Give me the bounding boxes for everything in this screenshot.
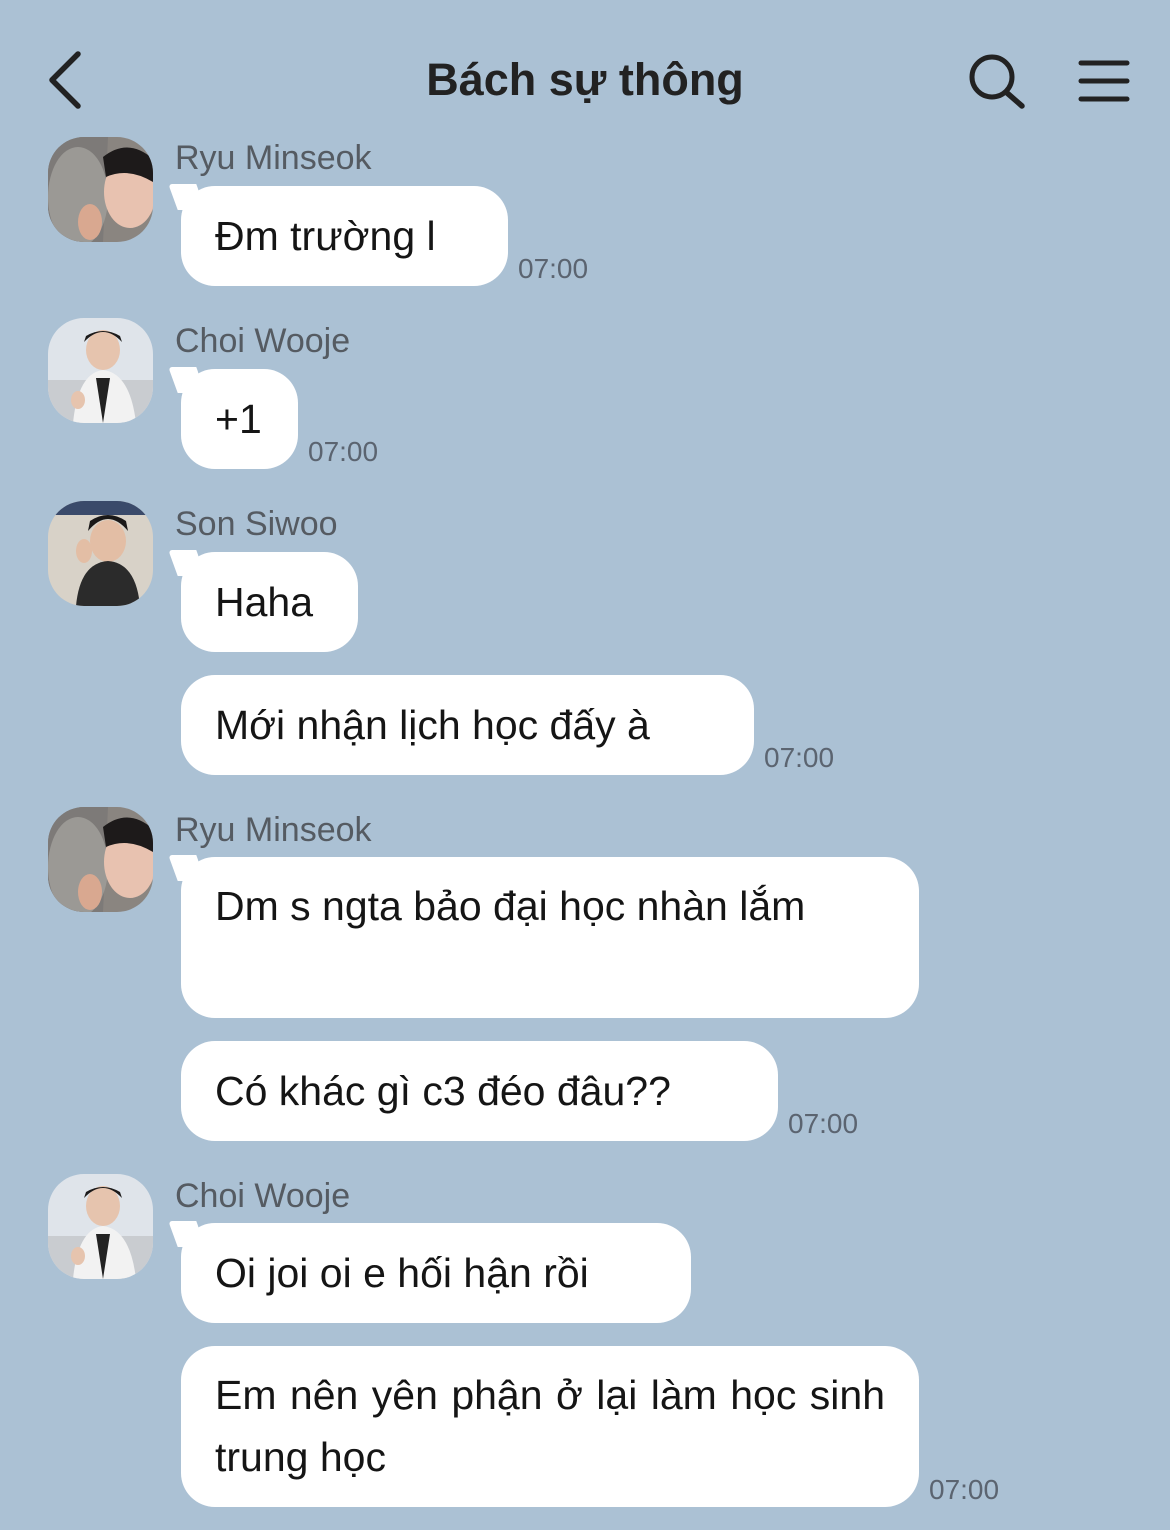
avatar[interactable] xyxy=(48,1174,153,1279)
message-time: 07:00 xyxy=(308,436,379,467)
user-photo-icon xyxy=(48,807,153,912)
chevron-left-icon xyxy=(49,51,81,109)
message-bubble[interactable]: +1 xyxy=(181,369,298,469)
message-time: 07:00 xyxy=(764,742,835,773)
menu-icon xyxy=(1078,60,1130,102)
message-text: Mới nhận lịch học đấy à xyxy=(215,701,650,748)
avatar[interactable] xyxy=(48,807,153,912)
search-icon xyxy=(969,54,1025,109)
message-text: Oi joi oi e hối hận rồi xyxy=(215,1249,589,1296)
user-photo-icon xyxy=(48,318,153,423)
message-time: 07:00 xyxy=(518,253,589,284)
message-text: +1 xyxy=(215,395,262,442)
sender-name: Choi Wooje xyxy=(175,322,351,360)
message-bubble[interactable]: Dm s ngta bảo đại học nhàn lắm xyxy=(181,857,919,1018)
message-bubble[interactable]: Oi joi oi e hối hận rồi xyxy=(181,1223,691,1323)
message-bubble[interactable]: Mới nhận lịch học đấy à xyxy=(181,675,754,775)
sender-name: Ryu Minseok xyxy=(175,811,372,849)
search-button[interactable] xyxy=(964,50,1030,112)
message-text: Có khác gì c3 đéo đâu?? xyxy=(215,1067,671,1114)
message-text: Đm trường l xyxy=(215,212,436,259)
back-button[interactable] xyxy=(40,48,90,112)
avatar[interactable] xyxy=(48,318,153,423)
avatar[interactable] xyxy=(48,501,153,606)
message-text: Haha xyxy=(215,578,314,625)
message-time: 07:00 xyxy=(929,1474,1000,1505)
user-photo-icon xyxy=(48,1174,153,1279)
sender-name: Ryu Minseok xyxy=(175,139,372,177)
message-bubble[interactable]: Đm trường l xyxy=(181,186,508,286)
sender-name: Choi Wooje xyxy=(175,1177,351,1215)
message-bubble[interactable]: Em nên yên phận ở lại làm học sinh trung… xyxy=(181,1346,919,1507)
user-photo-icon xyxy=(48,501,153,606)
message-text: Em nên yên phận ở lại làm học sinh trung… xyxy=(215,1372,885,1480)
menu-button[interactable] xyxy=(1074,54,1134,110)
chat-header: Bách sự thông xyxy=(0,0,1170,150)
user-photo-icon xyxy=(48,137,153,242)
message-time: 07:00 xyxy=(788,1108,859,1139)
message-bubble[interactable]: Có khác gì c3 đéo đâu?? xyxy=(181,1041,778,1141)
message-bubble[interactable]: Haha xyxy=(181,552,358,652)
avatar[interactable] xyxy=(48,137,153,242)
sender-name: Son Siwoo xyxy=(175,505,338,543)
message-text: Dm s ngta bảo đại học nhàn lắm xyxy=(215,883,806,929)
